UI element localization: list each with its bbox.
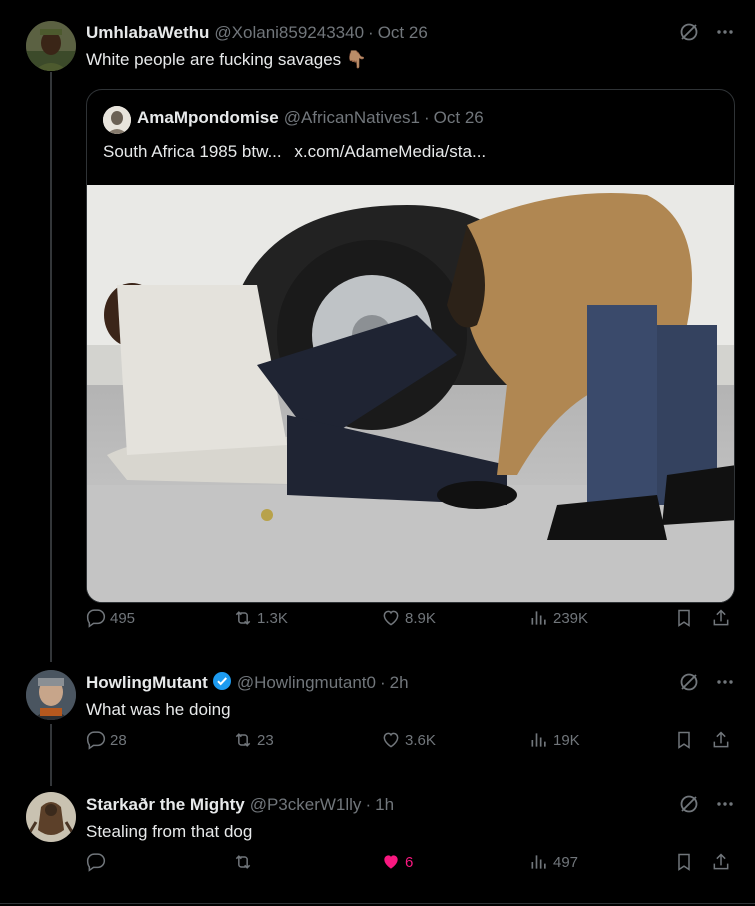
views-button[interactable]: 19K bbox=[529, 730, 580, 750]
reply-icon bbox=[86, 853, 106, 872]
views-button[interactable]: 497 bbox=[529, 852, 578, 872]
more-icon[interactable] bbox=[715, 794, 735, 819]
like-icon bbox=[383, 610, 399, 626]
share-icon bbox=[713, 731, 729, 748]
quote-author-handle[interactable]: @AfricanNatives1 bbox=[284, 108, 420, 128]
post[interactable]: Starkaðr the Mighty @P3ckerW1lly · 1h St… bbox=[0, 782, 755, 904]
repost-icon bbox=[235, 733, 251, 747]
post-text: What was he doing bbox=[86, 700, 231, 719]
post-time[interactable]: 1h bbox=[375, 795, 394, 815]
avatar[interactable] bbox=[26, 670, 76, 720]
reply-button[interactable] bbox=[86, 852, 110, 872]
grok-icon[interactable] bbox=[679, 22, 699, 47]
post-time[interactable]: 2h bbox=[390, 673, 409, 693]
quote-time[interactable]: Oct 26 bbox=[434, 108, 484, 128]
author-handle[interactable]: @P3ckerW1lly bbox=[250, 795, 362, 815]
like-button[interactable]: 6 bbox=[381, 852, 413, 872]
share-icon bbox=[713, 853, 729, 870]
verified-badge-icon bbox=[212, 671, 232, 696]
separator-dot: · bbox=[365, 795, 372, 814]
reply-icon bbox=[86, 609, 106, 628]
like-count: 3.6K bbox=[405, 731, 436, 749]
repost-button[interactable]: 23 bbox=[233, 730, 274, 750]
quote-author-name[interactable]: AmaMpondomise bbox=[137, 108, 279, 128]
avatar[interactable] bbox=[26, 792, 76, 842]
reply-count: 28 bbox=[110, 731, 127, 749]
post-text: Stealing from that dog bbox=[86, 822, 253, 841]
like-icon bbox=[384, 855, 398, 869]
like-count: 8.9K bbox=[405, 609, 436, 627]
author-name[interactable]: Starkaðr the Mighty bbox=[86, 795, 245, 815]
like-button[interactable]: 8.9K bbox=[381, 608, 436, 628]
grok-icon[interactable] bbox=[679, 794, 699, 819]
repost-button[interactable] bbox=[233, 852, 257, 872]
bookmark-button[interactable] bbox=[674, 852, 694, 872]
divider bbox=[0, 903, 755, 904]
reply-button[interactable]: 28 bbox=[86, 730, 127, 750]
post-time[interactable]: Oct 26 bbox=[378, 23, 428, 43]
share-button[interactable] bbox=[711, 730, 731, 750]
repost-button[interactable]: 1.3K bbox=[233, 608, 288, 628]
author-name[interactable]: HowlingMutant bbox=[86, 673, 208, 693]
repost-count: 23 bbox=[257, 731, 274, 749]
separator-dot: · bbox=[424, 108, 430, 127]
more-icon[interactable] bbox=[715, 22, 735, 47]
bookmark-icon bbox=[678, 609, 690, 627]
like-count: 6 bbox=[405, 853, 414, 871]
views-count: 497 bbox=[553, 853, 579, 871]
views-count: 19K bbox=[553, 731, 580, 749]
reply-count: 495 bbox=[110, 609, 136, 627]
more-icon[interactable] bbox=[715, 672, 735, 697]
share-button[interactable] bbox=[711, 852, 731, 872]
bookmark-icon bbox=[678, 731, 690, 749]
quote-text: South Africa 1985 btw... bbox=[103, 142, 282, 161]
bookmark-icon bbox=[678, 853, 690, 871]
post[interactable]: UmhlabaWethu @Xolani859243340 · Oct 26 W… bbox=[0, 0, 755, 660]
like-icon bbox=[383, 732, 399, 748]
grok-icon[interactable] bbox=[679, 672, 699, 697]
quote-link[interactable]: x.com/AdameMedia/sta... bbox=[294, 142, 486, 161]
views-icon bbox=[531, 855, 546, 869]
bookmark-button[interactable] bbox=[674, 608, 694, 628]
separator-dot: · bbox=[379, 673, 386, 692]
share-icon bbox=[713, 609, 729, 626]
author-handle[interactable]: @Xolani859243340 bbox=[214, 23, 364, 43]
quoted-post[interactable]: AmaMpondomise @AfricanNatives1 · Oct 26 … bbox=[86, 89, 735, 603]
views-icon bbox=[531, 733, 546, 747]
quote-avatar[interactable] bbox=[103, 106, 131, 134]
post[interactable]: HowlingMutant @Howlingmutant0 · 2h What … bbox=[0, 660, 755, 782]
quote-photo[interactable] bbox=[87, 185, 734, 602]
share-button[interactable] bbox=[711, 608, 731, 628]
repost-icon bbox=[235, 611, 251, 625]
separator-dot: · bbox=[368, 23, 374, 42]
repost-count: 1.3K bbox=[257, 609, 288, 627]
reply-button[interactable]: 495 bbox=[86, 608, 135, 628]
views-count: 239K bbox=[553, 609, 589, 627]
avatar[interactable] bbox=[26, 21, 76, 71]
like-button[interactable]: 3.6K bbox=[381, 730, 436, 750]
views-icon bbox=[531, 611, 546, 625]
post-text: White people are fucking savages 👇🏽 bbox=[86, 50, 368, 69]
views-button[interactable]: 239K bbox=[529, 608, 588, 628]
reply-icon bbox=[86, 731, 106, 750]
author-handle[interactable]: @Howlingmutant0 bbox=[237, 673, 376, 693]
author-name[interactable]: UmhlabaWethu bbox=[86, 23, 209, 43]
bookmark-button[interactable] bbox=[674, 730, 694, 750]
repost-icon bbox=[235, 855, 251, 869]
